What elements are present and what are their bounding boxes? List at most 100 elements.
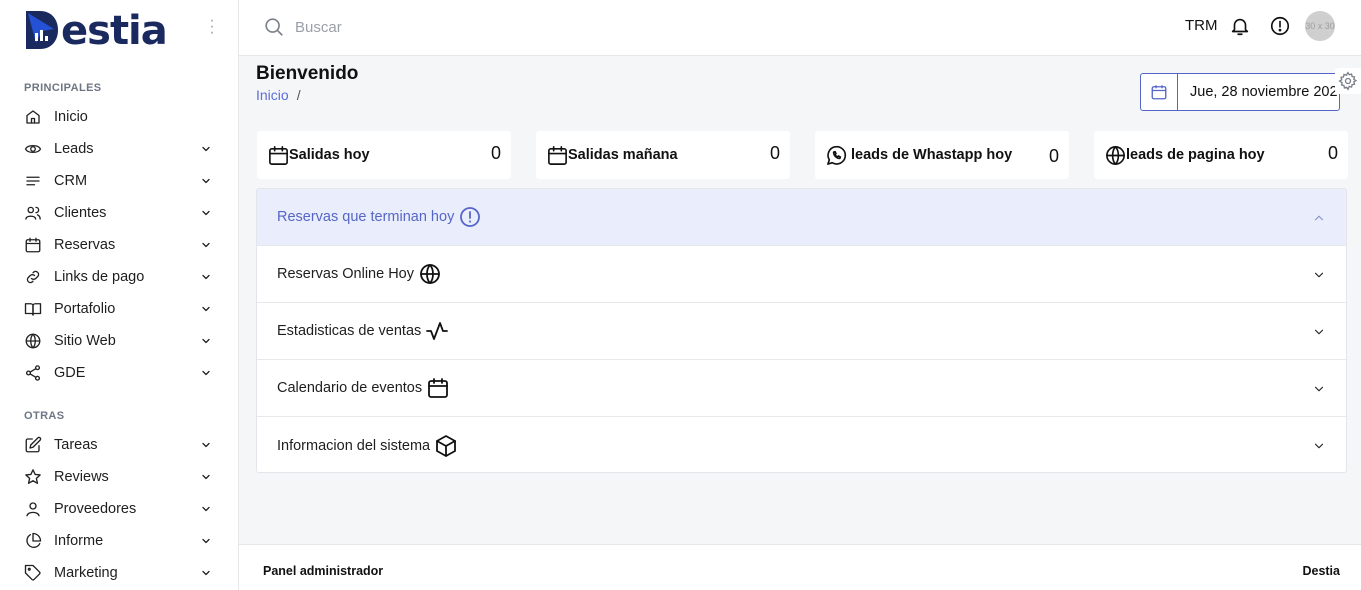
chevron-down-icon[interactable] [200, 367, 212, 379]
chevron-down-icon[interactable] [1312, 382, 1326, 396]
trm-button[interactable]: TRM [1185, 17, 1218, 34]
bell-icon[interactable] [1229, 15, 1251, 37]
chevron-down-icon[interactable] [200, 303, 212, 315]
stat-card: Salidas mañana 0 [536, 131, 790, 179]
chevron-down-icon[interactable] [200, 335, 212, 347]
accordion-item[interactable]: Informacion del sistema [257, 417, 1346, 472]
chevron-down-icon[interactable] [200, 175, 212, 187]
kebab-menu-icon[interactable]: · · · [208, 13, 216, 41]
calendar-icon [546, 144, 569, 167]
avatar-placeholder-text: 30 x 30 [1305, 21, 1335, 31]
sidebar-item-label: GDE [54, 365, 86, 381]
accordion-item[interactable]: Reservas Online Hoy [257, 246, 1346, 303]
stat-label: leads de pagina hoy [1126, 147, 1265, 163]
sidebar-item-crm[interactable]: CRM [24, 169, 216, 193]
date-value[interactable]: Jue, 28 noviembre 2024 [1178, 74, 1339, 110]
stat-value: 0 [490, 143, 501, 163]
chevron-down-icon[interactable] [200, 535, 212, 547]
logo-row: estia · · · [0, 0, 238, 56]
sidebar-item-tareas[interactable]: Tareas [24, 433, 216, 457]
accordion-item-label: Reservas que terminan hoy [277, 209, 455, 225]
eye-icon [24, 140, 42, 158]
chevron-down-icon[interactable] [200, 143, 212, 155]
chevron-down-icon[interactable] [1312, 268, 1326, 282]
chevron-down-icon[interactable] [200, 471, 212, 483]
whatsapp-icon [825, 144, 848, 167]
sidebar-item-sitio-web[interactable]: Sitio Web [24, 329, 216, 353]
breadcrumb: Inicio / [256, 87, 301, 103]
star-icon [24, 468, 42, 486]
chevron-down-icon[interactable] [200, 567, 212, 579]
chevron-down-icon[interactable] [200, 207, 212, 219]
sidebar-item-label: Portafolio [54, 301, 116, 317]
top-header: TRM 30 x 30 [239, 0, 1361, 56]
stat-value: 0 [769, 143, 780, 163]
stat-value: 0 [1048, 146, 1059, 166]
user-icon [24, 500, 42, 518]
breadcrumb-home-link[interactable]: Inicio [256, 87, 289, 103]
section-label-other: OTRAS [24, 410, 65, 422]
accordion-item[interactable]: Calendario de eventos [257, 360, 1346, 417]
stat-card: leads de pagina hoy 0 [1094, 131, 1348, 179]
stat-label: Salidas mañana [568, 147, 678, 163]
search-input[interactable] [295, 16, 595, 38]
sidebar-item-links-de-pago[interactable]: Links de pago [24, 265, 216, 289]
sidebar-item-inicio[interactable]: Inicio [24, 105, 216, 129]
chevron-down-icon[interactable] [1312, 325, 1326, 339]
sidebar-item-informe[interactable]: Informe [24, 529, 216, 553]
accordion-item-label: Calendario de eventos [277, 380, 423, 396]
date-picker[interactable]: Jue, 28 noviembre 2024 [1140, 73, 1340, 111]
sidebar: estia · · · PRINCIPALES Inicio Leads CRM Clie… [0, 0, 239, 590]
link-icon [24, 268, 42, 286]
chevron-down-icon[interactable] [200, 271, 212, 283]
chevron-down-icon[interactable] [200, 239, 212, 251]
edit-icon [24, 436, 42, 454]
accordion-item-label: Informacion del sistema [277, 437, 431, 454]
sidebar-item-label: Informe [54, 533, 104, 549]
sidebar-item-label: Marketing [54, 565, 118, 581]
sidebar-item-reservas[interactable]: Reservas [24, 233, 216, 257]
sidebar-item-leads[interactable]: Leads [24, 137, 216, 161]
alert-circle-icon[interactable] [1269, 15, 1291, 37]
alert-circle-icon [458, 205, 482, 229]
footer: Panel administrador Destia [239, 544, 1361, 590]
sidebar-item-clientes[interactable]: Clientes [24, 201, 216, 225]
sidebar-item-portafolio[interactable]: Portafolio [24, 297, 216, 321]
globe-icon [24, 332, 42, 350]
sidebar-item-label: Reservas [54, 237, 116, 253]
home-icon [24, 108, 42, 126]
accordion-item[interactable]: Estadisticas de ventas [257, 303, 1346, 360]
chevron-up-icon[interactable] [1312, 211, 1326, 225]
sidebar-item-gde[interactable]: GDE [24, 361, 216, 385]
chevron-down-icon[interactable] [200, 439, 212, 451]
avatar[interactable]: 30 x 30 [1305, 11, 1335, 41]
accordion-item-label: Estadisticas de ventas [277, 323, 422, 339]
pie-chart-icon [24, 532, 42, 550]
sidebar-item-reviews[interactable]: Reviews [24, 465, 216, 489]
brand-logo[interactable]: estia [24, 5, 168, 54]
users-icon [24, 204, 42, 222]
sidebar-item-marketing[interactable]: Marketing [24, 561, 216, 585]
stat-label: Salidas hoy [289, 147, 370, 163]
page-title: Bienvenido [256, 63, 359, 84]
accordion-item[interactable]: Reservas que terminan hoy [257, 189, 1346, 246]
tag-icon [24, 564, 42, 582]
sidebar-item-label: Inicio [54, 109, 88, 125]
chevron-down-icon[interactable] [1312, 439, 1326, 453]
sidebar-item-label: Clientes [54, 205, 107, 221]
sidebar-item-proveedores[interactable]: Proveedores [24, 497, 216, 521]
menu-lines-icon [24, 172, 42, 190]
calendar-icon[interactable] [1141, 74, 1178, 110]
calendar-icon [24, 236, 42, 254]
brand-name-tail: estia [61, 8, 168, 54]
breadcrumb-separator: / [296, 87, 301, 103]
calendar-icon [426, 376, 450, 400]
footer-left-text: Panel administrador [263, 564, 384, 578]
gear-icon[interactable] [1335, 68, 1361, 94]
sidebar-item-label: Links de pago [54, 269, 145, 285]
footer-right-text: Destia [1302, 564, 1340, 578]
share-icon [24, 364, 42, 382]
stat-value: 0 [1327, 143, 1338, 163]
chevron-down-icon[interactable] [200, 503, 212, 515]
book-icon [24, 300, 42, 318]
